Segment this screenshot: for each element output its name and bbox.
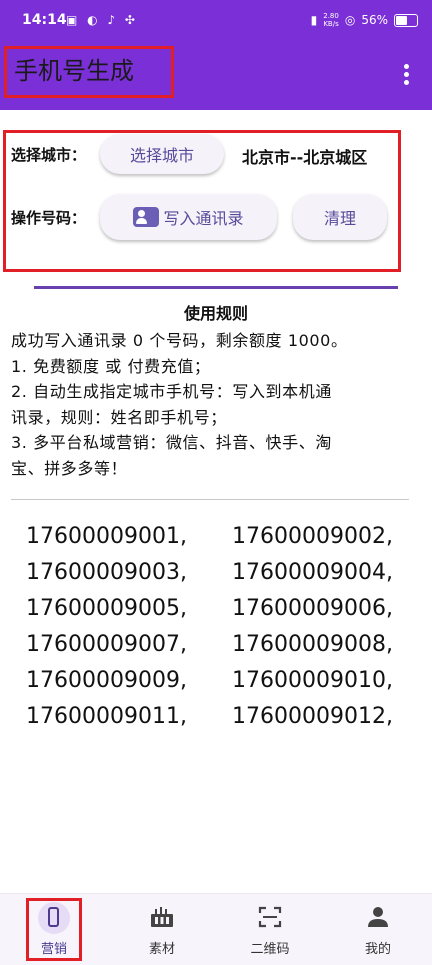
vibrate-icon: ▮ xyxy=(310,13,318,27)
selected-city: 北京市--北京城区 xyxy=(242,148,368,167)
phone-icon xyxy=(38,902,70,934)
materials-icon xyxy=(151,907,173,927)
phone-number: 17600009003, xyxy=(26,560,187,585)
city-label: 选择城市： xyxy=(11,146,87,164)
phone-number: 17600009001, xyxy=(26,524,187,549)
contacts-icon xyxy=(133,207,160,227)
rules-line: 1. 免费额度 或 付费充值； xyxy=(11,356,211,376)
status-bar: 14:14 ▣ ◐ ♪ ✣ ▮ 2.80 KB/s ◎ 56% xyxy=(0,0,432,40)
status-right: ▮ 2.80 KB/s ◎ 56% xyxy=(311,12,418,28)
rules-line: 3. 多平台私域营销：微信、抖音、快手、淘 xyxy=(11,433,332,452)
phone-number: 17600009012, xyxy=(232,704,393,729)
battery-icon xyxy=(394,13,418,27)
notification-icons: ▣ ◐ ♪ ✣ xyxy=(66,13,138,27)
phone-number: 17600009006, xyxy=(232,596,393,621)
nav-label: 营销 xyxy=(40,942,67,957)
number-row: 17600009007, 17600009008, xyxy=(0,632,432,668)
number-row: 17600009005, 17600009006, xyxy=(0,596,432,632)
qr-scan-icon xyxy=(258,906,282,928)
overflow-menu-icon[interactable] xyxy=(404,64,410,88)
app-bar: 手机号生成 xyxy=(0,40,432,110)
person-icon xyxy=(368,907,388,927)
number-list: 17600009001, 17600009002, 17600009003, 176… xyxy=(0,524,432,740)
bottom-nav: 营销 素材 二维码 我的 xyxy=(0,893,432,965)
battery-percent: 56% xyxy=(361,13,388,27)
rules-line: 宝、拼多多等！ xyxy=(11,458,128,478)
rules-line: 2. 自动生成指定城市手机号：写入到本机通 xyxy=(11,382,332,401)
phone-number: 17600009008, xyxy=(232,632,393,657)
number-row: 17600009003, 17600009004, xyxy=(0,560,432,596)
nav-item-materials[interactable]: 素材 xyxy=(108,894,216,965)
divider xyxy=(11,499,409,500)
write-contacts-label: 写入通讯录 xyxy=(163,209,244,228)
nav-item-qrcode[interactable]: 二维码 xyxy=(216,894,324,965)
nav-item-mine[interactable]: 我的 xyxy=(324,894,432,965)
phone-number: 17600009009, xyxy=(26,668,187,693)
nav-label: 素材 xyxy=(148,942,175,957)
phone-number: 17600009007, xyxy=(26,632,187,657)
write-contacts-button[interactable]: 写入通讯录 xyxy=(100,194,277,240)
wifi-icon: ◎ xyxy=(344,13,356,27)
phone-number: 17600009005, xyxy=(26,596,187,621)
number-row: 17600009001, 17600009002, xyxy=(0,524,432,560)
phone-number: 17600009004, xyxy=(232,560,393,585)
rules-text: 成功写入通讯录 0 个号码，剩余额度 1000。 1. 免费额度 或 付费充值；… xyxy=(11,328,421,481)
nav-label: 我的 xyxy=(364,942,391,957)
rules-line: 讯录，规则：姓名即手机号； xyxy=(11,407,227,427)
select-city-button[interactable]: 选择城市 xyxy=(100,134,224,174)
rules-title: 使用规则 xyxy=(183,304,248,323)
network-speed: 2.80 KB/s xyxy=(323,12,339,28)
status-time: 14:14 xyxy=(22,12,67,28)
nav-label: 二维码 xyxy=(250,942,290,957)
divider xyxy=(34,286,398,289)
number-row: 17600009009, 17600009010, xyxy=(0,668,432,704)
nav-item-marketing[interactable]: 营销 xyxy=(0,894,108,965)
number-row: 17600009011, 17600009012, xyxy=(0,704,432,740)
page-title: 手机号生成 xyxy=(14,57,134,85)
rules-line: 成功写入通讯录 0 个号码，剩余额度 1000。 xyxy=(11,331,348,350)
clear-button[interactable]: 清理 xyxy=(293,194,387,240)
operation-label: 操作号码： xyxy=(11,209,87,227)
phone-number: 17600009010, xyxy=(232,668,393,693)
phone-number: 17600009011, xyxy=(26,704,187,729)
phone-number: 17600009002, xyxy=(232,524,393,549)
